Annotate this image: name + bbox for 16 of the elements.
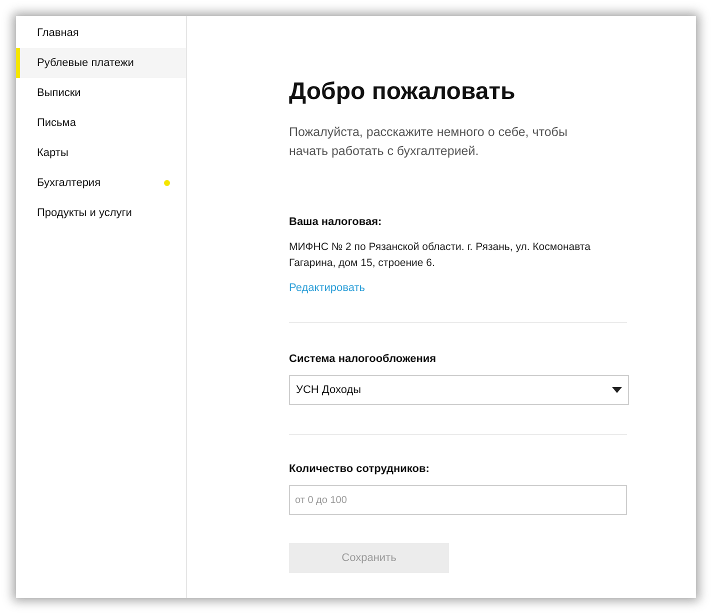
tax-office-address: МИФНС № 2 по Рязанской области. г. Рязань, ул. Космонавта Гагарина, дом 15, строение 6. (289, 240, 592, 271)
tax-office-label: Ваша налоговая: (289, 216, 382, 228)
employees-label: Количество сотрудников: (289, 463, 430, 475)
sidebar-item[interactable]: Рублевые платежи (16, 48, 186, 78)
sidebar-item[interactable]: Письма (16, 108, 186, 138)
page-title: Добро пожаловать (289, 78, 516, 106)
tax-system-dropdown[interactable]: УСН Доходы (289, 375, 629, 405)
sidebar-item[interactable]: Карты (16, 138, 186, 168)
sidebar-item[interactable]: Бухгалтерия (16, 168, 186, 198)
intro-text: Пожалуйста, расскажите немного о себе, чтобы начать работать с бухгалтерией. (289, 124, 568, 160)
employees-input[interactable]: от 0 до 100 (289, 485, 627, 515)
sidebar-item[interactable]: Выписки (16, 78, 186, 108)
tax-system-label: Система налогообложения (289, 353, 436, 365)
sidebar-item[interactable]: Главная (16, 18, 186, 48)
sidebar-item[interactable]: Продукты и услуги (16, 198, 186, 228)
caret-icon (612, 387, 622, 393)
